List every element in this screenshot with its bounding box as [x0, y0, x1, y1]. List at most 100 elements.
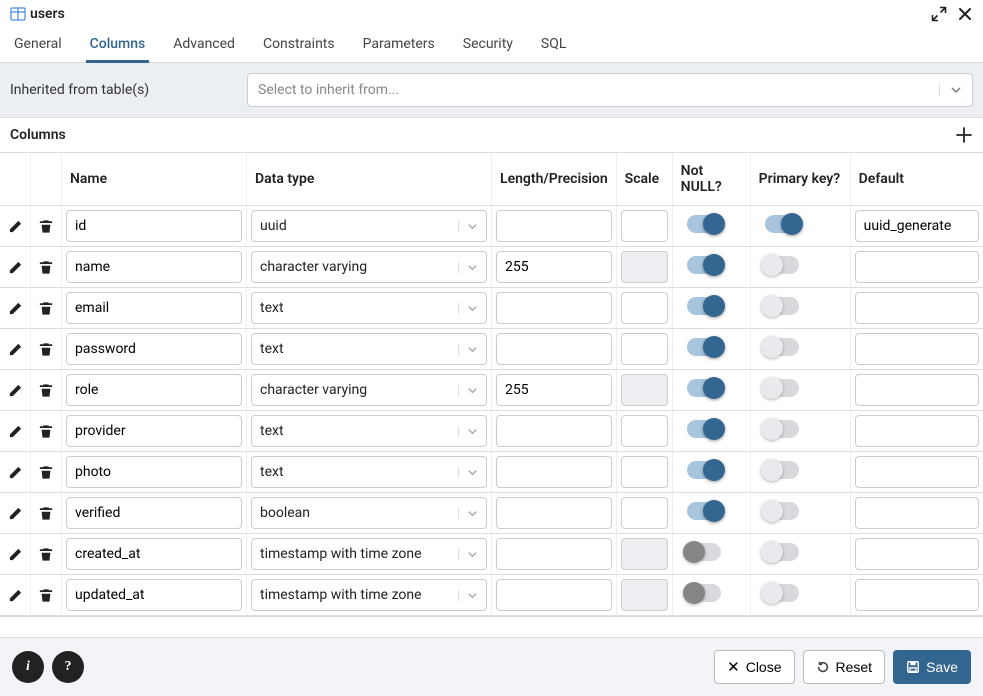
save-button[interactable]: Save: [893, 650, 971, 684]
primary-key-toggle[interactable]: [765, 338, 799, 356]
primary-key-toggle[interactable]: [765, 256, 799, 274]
column-scale-input[interactable]: [621, 333, 668, 365]
column-default-input[interactable]: [855, 333, 979, 365]
inherit-select[interactable]: Select to inherit from...: [247, 73, 973, 107]
tab-advanced[interactable]: Advanced: [169, 28, 239, 62]
edit-row-button[interactable]: [4, 376, 26, 404]
column-type-select[interactable]: uuid: [251, 210, 487, 242]
column-name-input[interactable]: [66, 497, 242, 529]
info-button[interactable]: i: [12, 651, 44, 683]
column-scale-input[interactable]: [621, 579, 668, 611]
column-default-input[interactable]: [855, 415, 979, 447]
primary-key-toggle[interactable]: [765, 584, 799, 602]
column-length-input[interactable]: [496, 538, 612, 570]
not-null-toggle[interactable]: [687, 215, 721, 233]
not-null-toggle[interactable]: [687, 584, 721, 602]
not-null-toggle[interactable]: [687, 379, 721, 397]
column-scale-input[interactable]: [621, 374, 668, 406]
not-null-toggle[interactable]: [687, 543, 721, 561]
column-length-input[interactable]: [496, 374, 612, 406]
close-icon[interactable]: [957, 6, 973, 22]
expand-icon[interactable]: [931, 6, 947, 22]
column-length-input[interactable]: [496, 333, 612, 365]
primary-key-toggle[interactable]: [765, 543, 799, 561]
column-name-input[interactable]: [66, 579, 242, 611]
delete-row-button[interactable]: [35, 376, 57, 404]
edit-row-button[interactable]: [4, 581, 26, 609]
delete-row-button[interactable]: [35, 294, 57, 322]
tab-security[interactable]: Security: [459, 28, 517, 62]
primary-key-toggle[interactable]: [765, 420, 799, 438]
delete-row-button[interactable]: [35, 499, 57, 527]
column-scale-input[interactable]: [621, 251, 668, 283]
column-default-input[interactable]: [855, 374, 979, 406]
column-type-select[interactable]: character varying: [251, 374, 487, 406]
column-type-select[interactable]: character varying: [251, 251, 487, 283]
edit-row-button[interactable]: [4, 417, 26, 445]
not-null-toggle[interactable]: [687, 256, 721, 274]
column-type-select[interactable]: text: [251, 456, 487, 488]
column-scale-input[interactable]: [621, 497, 668, 529]
not-null-toggle[interactable]: [687, 461, 721, 479]
column-name-input[interactable]: [66, 251, 242, 283]
tab-parameters[interactable]: Parameters: [359, 28, 439, 62]
column-name-input[interactable]: [66, 456, 242, 488]
edit-row-button[interactable]: [4, 458, 26, 486]
column-type-select[interactable]: text: [251, 292, 487, 324]
column-type-select[interactable]: timestamp with time zone: [251, 538, 487, 570]
column-length-input[interactable]: [496, 210, 612, 242]
delete-row-button[interactable]: [35, 540, 57, 568]
column-default-input[interactable]: [855, 210, 979, 242]
help-button[interactable]: ?: [52, 651, 84, 683]
column-name-input[interactable]: [66, 374, 242, 406]
tab-columns[interactable]: Columns: [86, 28, 150, 62]
delete-row-button[interactable]: [35, 253, 57, 281]
column-scale-input[interactable]: [621, 210, 668, 242]
close-button[interactable]: ✕ Close: [714, 650, 794, 684]
delete-row-button[interactable]: [35, 458, 57, 486]
primary-key-toggle[interactable]: [765, 215, 799, 233]
not-null-toggle[interactable]: [687, 297, 721, 315]
column-type-select[interactable]: text: [251, 333, 487, 365]
primary-key-toggle[interactable]: [765, 461, 799, 479]
column-default-input[interactable]: [855, 538, 979, 570]
column-scale-input[interactable]: [621, 292, 668, 324]
column-type-select[interactable]: text: [251, 415, 487, 447]
column-default-input[interactable]: [855, 251, 979, 283]
tab-constraints[interactable]: Constraints: [259, 28, 339, 62]
column-length-input[interactable]: [496, 292, 612, 324]
column-name-input[interactable]: [66, 292, 242, 324]
delete-row-button[interactable]: [35, 335, 57, 363]
column-type-select[interactable]: boolean: [251, 497, 487, 529]
edit-row-button[interactable]: [4, 499, 26, 527]
column-length-input[interactable]: [496, 456, 612, 488]
delete-row-button[interactable]: [35, 581, 57, 609]
column-name-input[interactable]: [66, 538, 242, 570]
delete-row-button[interactable]: [35, 417, 57, 445]
edit-row-button[interactable]: [4, 294, 26, 322]
primary-key-toggle[interactable]: [765, 379, 799, 397]
column-scale-input[interactable]: [621, 415, 668, 447]
column-length-input[interactable]: [496, 251, 612, 283]
column-length-input[interactable]: [496, 579, 612, 611]
tab-sql[interactable]: SQL: [537, 28, 570, 62]
not-null-toggle[interactable]: [687, 338, 721, 356]
column-name-input[interactable]: [66, 333, 242, 365]
column-name-input[interactable]: [66, 415, 242, 447]
column-default-input[interactable]: [855, 456, 979, 488]
not-null-toggle[interactable]: [687, 420, 721, 438]
column-default-input[interactable]: [855, 579, 979, 611]
edit-row-button[interactable]: [4, 212, 26, 240]
reset-button[interactable]: Reset: [803, 650, 886, 684]
edit-row-button[interactable]: [4, 335, 26, 363]
column-default-input[interactable]: [855, 497, 979, 529]
column-type-select[interactable]: timestamp with time zone: [251, 579, 487, 611]
tab-general[interactable]: General: [10, 28, 66, 62]
column-name-input[interactable]: [66, 210, 242, 242]
edit-row-button[interactable]: [4, 540, 26, 568]
delete-row-button[interactable]: [35, 212, 57, 240]
column-default-input[interactable]: [855, 292, 979, 324]
primary-key-toggle[interactable]: [765, 297, 799, 315]
column-length-input[interactable]: [496, 497, 612, 529]
column-scale-input[interactable]: [621, 538, 668, 570]
